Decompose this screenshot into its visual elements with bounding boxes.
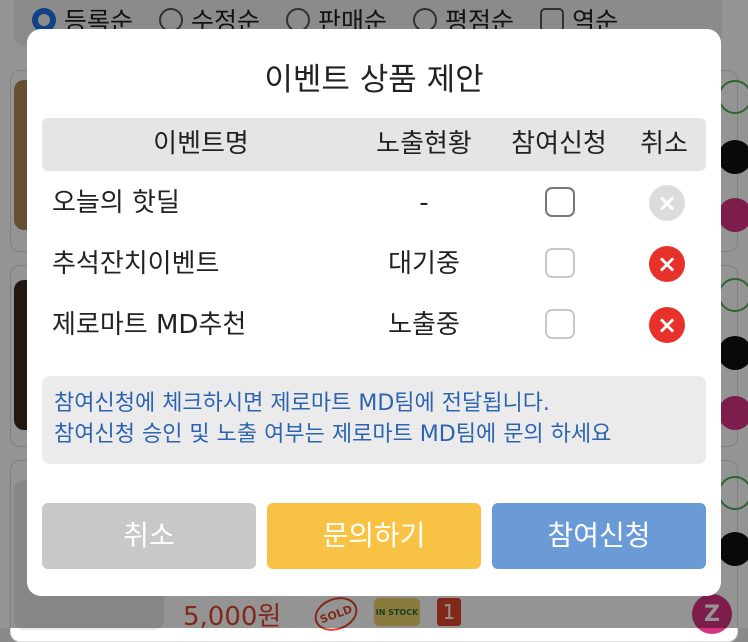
event-name: 제로마트 MD추천 bbox=[52, 310, 247, 340]
join-checkbox[interactable] bbox=[545, 309, 575, 339]
close-icon[interactable]: × bbox=[649, 185, 685, 221]
exposure-status: - bbox=[419, 188, 429, 218]
column-header-join: 참여신청 bbox=[511, 129, 607, 159]
notice-line: 참여신청에 체크하시면 제로마트 MD팀에 전달됩니다. bbox=[54, 391, 550, 416]
column-header-exposure: 노출현황 bbox=[376, 129, 472, 159]
cancel-button[interactable]: 취소 bbox=[42, 503, 256, 569]
close-icon[interactable]: × bbox=[649, 246, 685, 282]
notice-box: 참여신청에 체크하시면 제로마트 MD팀에 전달됩니다. 참여신청 승인 및 노… bbox=[42, 376, 706, 464]
join-button[interactable]: 참여신청 bbox=[492, 503, 706, 569]
inquiry-button[interactable]: 문의하기 bbox=[267, 503, 481, 569]
notice-line: 참여신청 승인 및 노출 여부는 제로마트 MD팀에 문의 하세요 bbox=[54, 422, 612, 447]
column-header-cancel: 취소 bbox=[640, 129, 688, 159]
event-proposal-modal: 이벤트 상품 제안 이벤트명 노출현황 참여신청 취소 오늘의 핫딜 - × 추… bbox=[27, 29, 721, 596]
event-name: 오늘의 핫딜 bbox=[52, 188, 180, 218]
modal-title: 이벤트 상품 제안 bbox=[264, 62, 484, 98]
exposure-status: 대기중 bbox=[388, 249, 460, 279]
table-row: 추석잔치이벤트 대기중 × bbox=[42, 234, 706, 294]
join-checkbox[interactable] bbox=[545, 187, 575, 217]
event-name: 추석잔치이벤트 bbox=[52, 249, 220, 279]
exposure-status: 노출중 bbox=[388, 310, 460, 340]
table-row: 오늘의 핫딜 - × bbox=[42, 173, 706, 233]
close-icon[interactable]: × bbox=[649, 307, 685, 343]
column-header-event-name: 이벤트명 bbox=[153, 129, 249, 159]
join-checkbox[interactable] bbox=[545, 248, 575, 278]
table-row: 제로마트 MD추천 노출중 × bbox=[42, 295, 706, 355]
table-header: 이벤트명 노출현황 참여신청 취소 bbox=[42, 118, 706, 171]
